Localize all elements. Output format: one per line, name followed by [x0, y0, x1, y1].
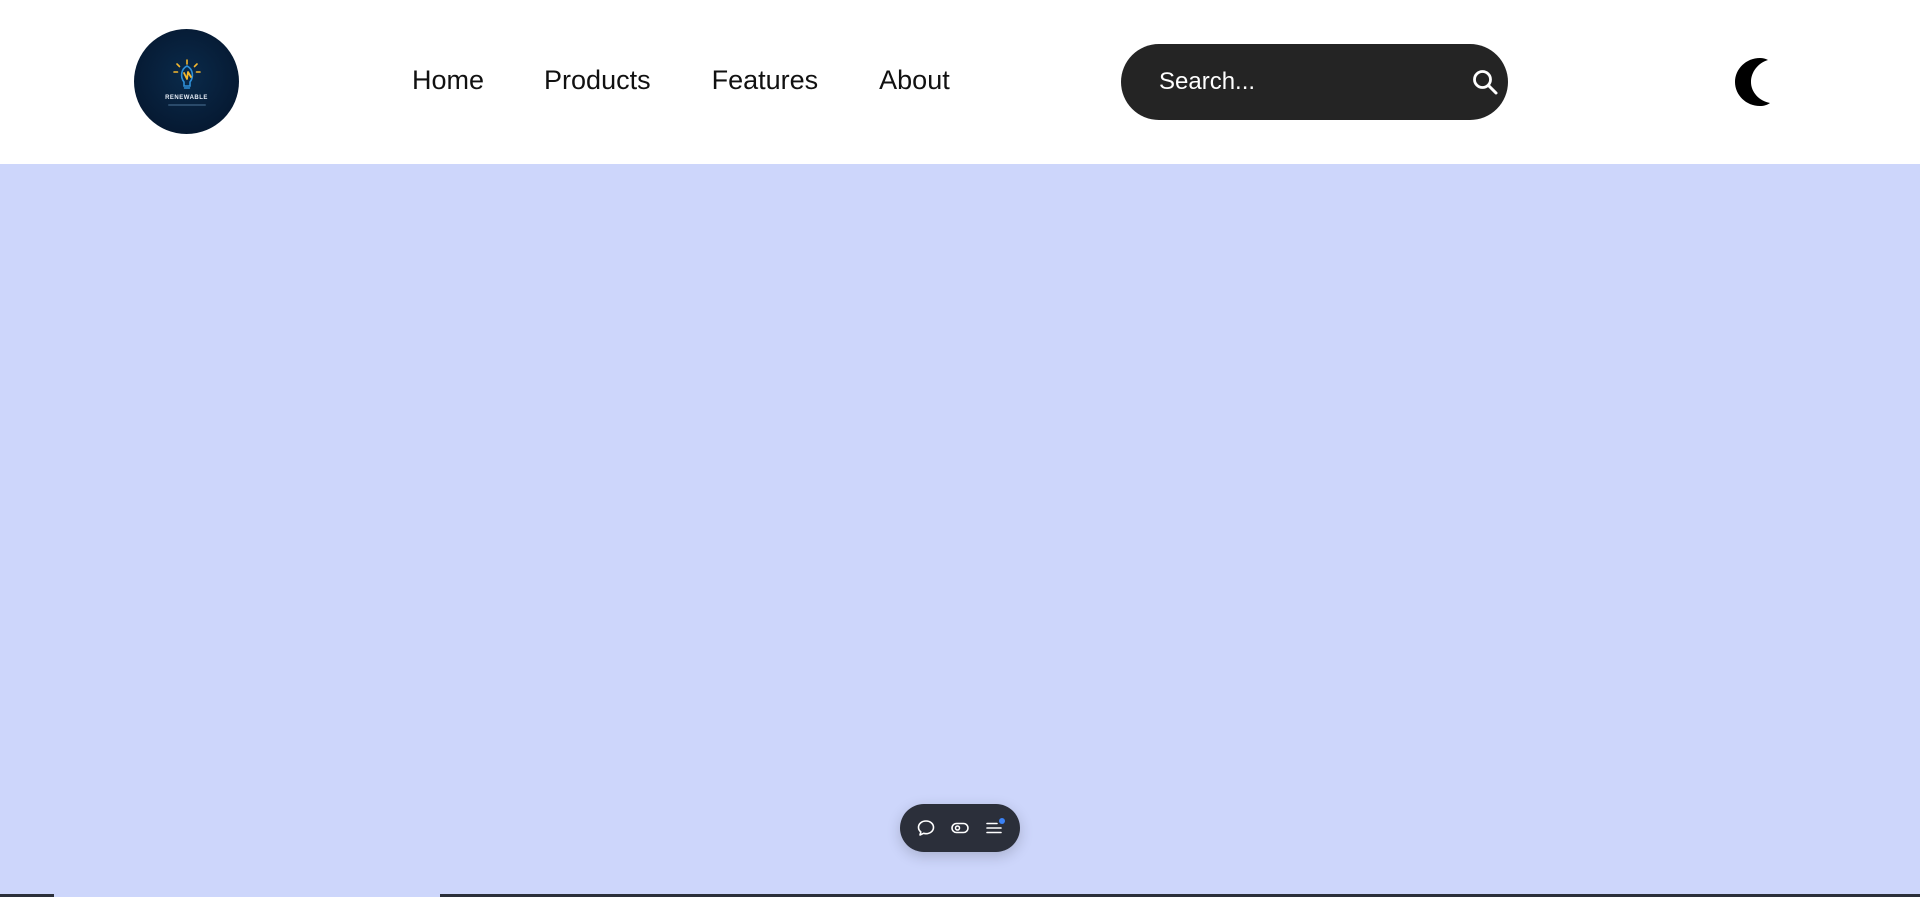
main-nav: Home Products Features About — [412, 62, 950, 98]
menu-button[interactable] — [980, 814, 1008, 842]
nav-link-products[interactable]: Products — [544, 62, 651, 98]
nav-link-about[interactable]: About — [879, 62, 950, 98]
comment-button[interactable] — [912, 814, 940, 842]
floating-toolbar — [900, 804, 1020, 852]
theme-toggle-button[interactable] — [1722, 54, 1778, 110]
logo-text: RENEWABLE — [165, 95, 208, 101]
logo[interactable]: RENEWABLE — [134, 29, 239, 134]
notification-dot — [999, 818, 1005, 824]
search-button[interactable] — [1471, 62, 1499, 102]
logo-tagline-line — [167, 104, 206, 106]
lightbulb-leaf-icon — [172, 59, 201, 89]
chat-bubble-icon — [917, 820, 935, 836]
search-input[interactable] — [1121, 44, 1471, 120]
search-bar — [1121, 44, 1508, 120]
moon-icon — [1735, 58, 1770, 106]
toggle-icon — [951, 822, 969, 834]
toggle-button[interactable] — [946, 814, 974, 842]
site-header: RENEWABLE Home Products Features About — [0, 0, 1920, 164]
nav-link-home[interactable]: Home — [412, 62, 484, 98]
search-icon — [1473, 70, 1498, 95]
nav-link-features[interactable]: Features — [712, 62, 819, 98]
